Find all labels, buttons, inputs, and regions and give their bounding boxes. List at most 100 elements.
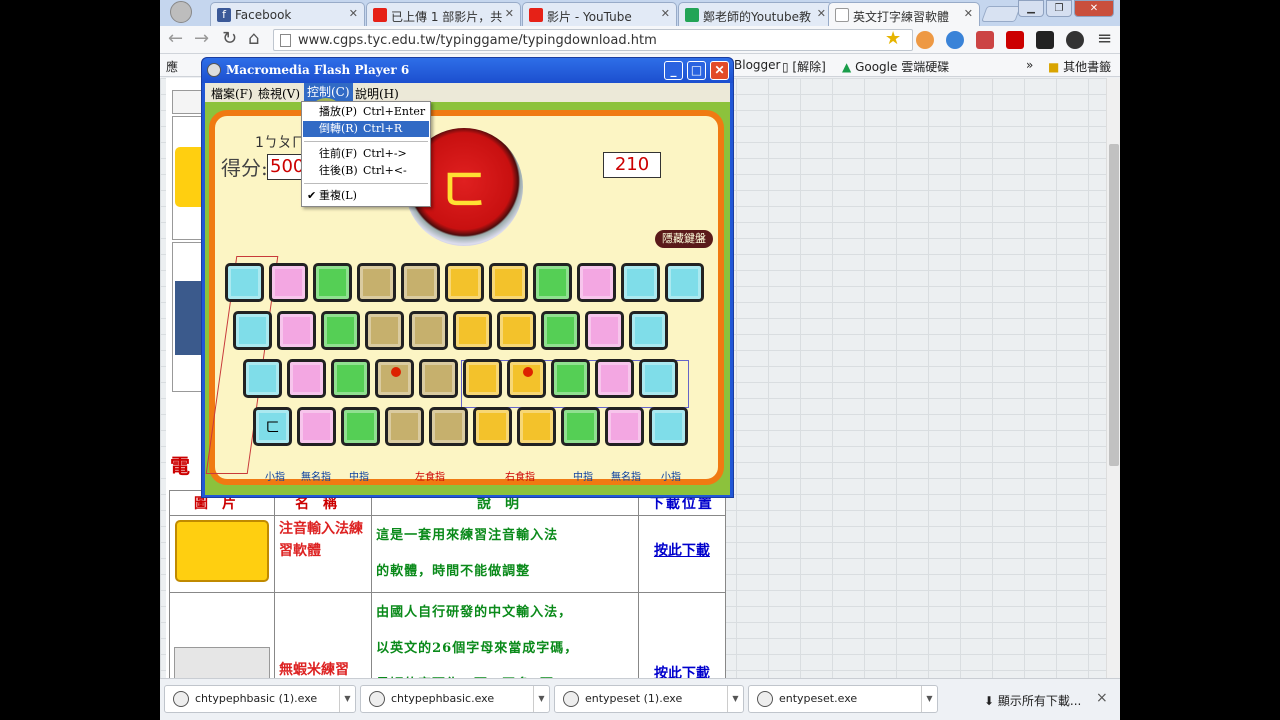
menu-item-forward[interactable]: 往前(F) Ctrl+->: [303, 146, 429, 162]
menu-item-rewind[interactable]: 倒轉(R) Ctrl+R: [303, 121, 429, 137]
chevron-down-icon[interactable]: ▼: [339, 686, 355, 712]
download-item[interactable]: chtypephbasic (1).exe ▼: [164, 685, 356, 713]
keyboard-key[interactable]: [243, 359, 282, 398]
keyboard-key[interactable]: [429, 407, 468, 446]
tab-sheet[interactable]: 鄭老師的Youtube教 ✕: [678, 2, 833, 26]
keyboard-key[interactable]: [489, 263, 528, 302]
keyboard-key[interactable]: [321, 311, 360, 350]
show-all-downloads[interactable]: ⬇ 顯示所有下載...: [984, 692, 1081, 709]
keyboard-key[interactable]: [473, 407, 512, 446]
tab-youtube[interactable]: 影片 - YouTube ✕: [522, 2, 677, 26]
keyboard-key[interactable]: [341, 407, 380, 446]
download-item[interactable]: entypeset.exe ▼: [748, 685, 938, 713]
close-tab-icon[interactable]: ✕: [661, 7, 670, 20]
close-tab-icon[interactable]: ✕: [505, 7, 514, 20]
keyboard-key[interactable]: [277, 311, 316, 350]
back-icon[interactable]: ←: [168, 30, 183, 48]
keyboard-key[interactable]: [445, 263, 484, 302]
new-tab-button[interactable]: [981, 6, 1021, 22]
minimize-button[interactable]: ▁: [1018, 0, 1044, 17]
keyboard-key[interactable]: [517, 407, 556, 446]
keyboard-key[interactable]: [561, 407, 600, 446]
extension-icon[interactable]: [1036, 31, 1054, 49]
chevron-down-icon[interactable]: ▼: [921, 686, 937, 712]
flash-maximize-button[interactable]: □: [687, 61, 706, 80]
bookmark-unlock[interactable]: ▯ [解除]: [782, 58, 826, 75]
tab-typing[interactable]: 英文打字練習軟體 ✕: [828, 2, 980, 26]
keyboard-key[interactable]: [365, 311, 404, 350]
keyboard-key[interactable]: [463, 359, 502, 398]
keyboard-key[interactable]: [331, 359, 370, 398]
download-link[interactable]: 按此下載: [643, 540, 721, 560]
extension-icon[interactable]: [1066, 31, 1084, 49]
home-icon[interactable]: ⌂: [248, 30, 259, 48]
keyboard-key[interactable]: [605, 407, 644, 446]
tab-upload[interactable]: 已上傳 1 部影片，共 ✕: [366, 2, 521, 26]
menu-help[interactable]: 說明(H): [355, 85, 399, 102]
keyboard-key[interactable]: [225, 263, 264, 302]
extension-icon[interactable]: [946, 31, 964, 49]
keyboard-key[interactable]: [269, 263, 308, 302]
download-link[interactable]: 按此下載: [643, 663, 721, 678]
menu-item-loop[interactable]: ✔ 重複(L): [303, 188, 429, 204]
keyboard-key[interactable]: [665, 263, 704, 302]
download-item[interactable]: entypeset (1).exe ▼: [554, 685, 744, 713]
keyboard-key[interactable]: [551, 359, 590, 398]
bookmark-other[interactable]: ■ 其他書籤: [1048, 58, 1111, 75]
chevron-down-icon[interactable]: ▼: [533, 686, 549, 712]
keyboard-key[interactable]: [639, 359, 678, 398]
keyboard-key[interactable]: [419, 359, 458, 398]
highlighted-key[interactable]: ㄈ: [253, 407, 292, 446]
page-scrollbar[interactable]: [1106, 78, 1120, 678]
keyboard-key[interactable]: [409, 311, 448, 350]
address-bar[interactable]: www.cgps.tyc.edu.tw/typinggame/typingdow…: [273, 29, 913, 51]
menu-item-play[interactable]: 播放(P) Ctrl+Enter: [303, 104, 429, 120]
keyboard-key[interactable]: [401, 263, 440, 302]
keyboard-key[interactable]: [375, 359, 414, 398]
chevron-down-icon[interactable]: ▼: [727, 686, 743, 712]
keyboard-key[interactable]: [233, 311, 272, 350]
close-tab-icon[interactable]: ✕: [817, 7, 826, 20]
keyboard-key[interactable]: [385, 407, 424, 446]
window-close-button[interactable]: ✕: [1074, 0, 1114, 17]
extension-icon[interactable]: [1006, 31, 1024, 49]
bookmarks-more[interactable]: »: [1026, 58, 1033, 72]
close-tab-icon[interactable]: ✕: [349, 7, 358, 20]
apps-bookmark[interactable]: 應: [166, 58, 178, 75]
extension-icon[interactable]: [916, 31, 934, 49]
flash-close-button[interactable]: ✕: [710, 61, 729, 80]
keyboard-key[interactable]: [297, 407, 336, 446]
keyboard-key[interactable]: [507, 359, 546, 398]
forward-icon[interactable]: →: [194, 30, 209, 48]
maximize-button[interactable]: ❐: [1046, 0, 1072, 17]
bookmark-drive[interactable]: ▲ Google 雲端硬碟: [842, 58, 949, 75]
keyboard-key[interactable]: [287, 359, 326, 398]
flash-title-bar[interactable]: Macromedia Flash Player 6 _ □ ✕: [202, 58, 733, 83]
bookmark-blogger[interactable]: Blogger: [734, 58, 780, 72]
hide-keyboard-button[interactable]: 隱藏鍵盤: [655, 230, 713, 248]
tab-facebook[interactable]: f Facebook ✕: [210, 2, 365, 26]
keyboard-key[interactable]: [629, 311, 668, 350]
keyboard-key[interactable]: [595, 359, 634, 398]
keyboard-key[interactable]: [577, 263, 616, 302]
keyboard-key[interactable]: [497, 311, 536, 350]
keyboard-key[interactable]: [585, 311, 624, 350]
keyboard-key[interactable]: [621, 263, 660, 302]
menu-file[interactable]: 檔案(F): [211, 85, 253, 102]
reload-icon[interactable]: ↻: [222, 30, 237, 48]
profile-avatar-icon[interactable]: [170, 1, 192, 23]
download-icon[interactable]: [976, 31, 994, 49]
keyboard-key[interactable]: [313, 263, 352, 302]
keyboard-key[interactable]: [649, 407, 688, 446]
download-item[interactable]: chtypephbasic.exe ▼: [360, 685, 550, 713]
menu-view[interactable]: 檢視(V): [258, 85, 300, 102]
keyboard-key[interactable]: [541, 311, 580, 350]
keyboard-key[interactable]: [357, 263, 396, 302]
close-tab-icon[interactable]: ✕: [964, 7, 973, 20]
close-downloads-icon[interactable]: ×: [1096, 690, 1108, 706]
star-icon[interactable]: ★: [885, 30, 901, 48]
menu-icon[interactable]: ≡: [1097, 30, 1112, 48]
keyboard-key[interactable]: [453, 311, 492, 350]
menu-item-back[interactable]: 往後(B) Ctrl+<-: [303, 163, 429, 179]
flash-minimize-button[interactable]: _: [664, 61, 683, 80]
